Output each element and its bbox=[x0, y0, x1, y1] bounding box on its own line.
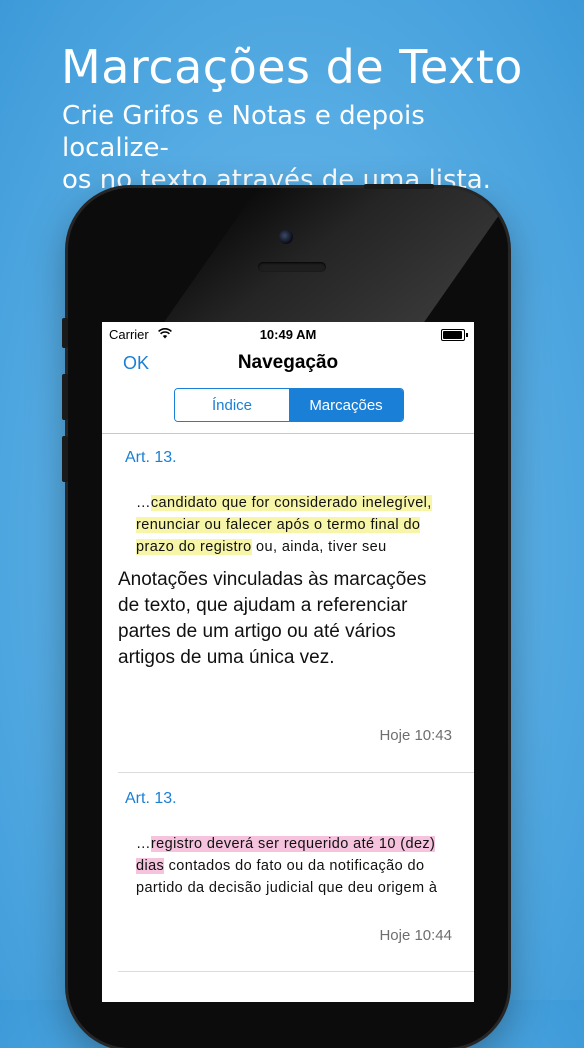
timestamp: Hoje 10:44 bbox=[379, 927, 452, 944]
volume-down-button bbox=[62, 436, 68, 482]
highlight-excerpt: …candidato que for considerado inelegíve… bbox=[136, 492, 474, 558]
mute-switch bbox=[62, 318, 68, 348]
power-button bbox=[364, 184, 434, 189]
marking-list-item[interactable]: Art. 13. …registro deverá ser requerido … bbox=[118, 773, 474, 972]
status-bar: Carrier 10:49 AM bbox=[102, 322, 474, 344]
excerpt-text: contados do fato ou da notificação do bbox=[164, 858, 425, 874]
battery-icon bbox=[441, 329, 468, 341]
highlighted-text: prazo do registro bbox=[136, 539, 252, 555]
note-line: partes de um artigo ou até vários bbox=[118, 621, 396, 642]
excerpt-text: ou, ainda, tiver seu bbox=[251, 539, 387, 555]
highlighted-text: candidato que for considerado inelegível… bbox=[150, 495, 432, 511]
highlighted-text: registro deverá ser requerido até 10 (de… bbox=[150, 836, 436, 852]
excerpt-line: partido da decisão judicial que deu orig… bbox=[136, 880, 438, 896]
excerpt-line: …registro deverá ser requerido até 10 (d… bbox=[136, 833, 474, 855]
ellipsis: … bbox=[136, 836, 151, 852]
marking-list-item[interactable]: Art. 13. …candidato que for considerado … bbox=[118, 434, 474, 773]
note-text: Anotações vinculadas às marcações de tex… bbox=[118, 567, 458, 671]
article-label: Art. 13. bbox=[125, 449, 177, 466]
status-time: 10:49 AM bbox=[259, 327, 317, 342]
excerpt-line: dias contados do fato ou da notificação … bbox=[136, 855, 474, 877]
front-camera bbox=[279, 230, 293, 244]
excerpt-line: prazo do registro ou, ainda, tiver seu bbox=[136, 536, 474, 558]
volume-up-button bbox=[62, 374, 68, 420]
excerpt-line: …candidato que for considerado inelegíve… bbox=[136, 492, 474, 514]
timestamp: Hoje 10:43 bbox=[379, 727, 452, 744]
app-screen: Carrier 10:49 AM OK Navegação Índice Mar… bbox=[102, 322, 474, 1002]
promo-subtitle-line-1: Crie Grifos e Notas e depois localize- bbox=[62, 101, 425, 163]
note-line: Anotações vinculadas às marcações bbox=[118, 569, 427, 590]
note-line: artigos de uma única vez. bbox=[118, 647, 335, 668]
highlighted-text: renunciar ou falecer após o termo final … bbox=[136, 517, 421, 533]
ellipsis: … bbox=[136, 495, 151, 511]
highlight-excerpt: …registro deverá ser requerido até 10 (d… bbox=[136, 833, 474, 899]
segment-indice[interactable]: Índice bbox=[175, 389, 289, 421]
highlighted-text: dias bbox=[136, 858, 165, 874]
promo-title: Marcações de Texto bbox=[61, 40, 523, 94]
phone-glare bbox=[159, 188, 508, 328]
excerpt-line: renunciar ou falecer após o termo final … bbox=[136, 514, 474, 536]
note-line: de texto, que ajudam a referenciar bbox=[118, 595, 408, 616]
nav-title: Navegação bbox=[237, 352, 339, 373]
segmented-control: Índice Marcações bbox=[174, 388, 404, 422]
article-label: Art. 13. bbox=[125, 790, 177, 807]
promo-subtitle: Crie Grifos e Notas e depois localize- o… bbox=[62, 100, 532, 196]
segment-marcacoes[interactable]: Marcações bbox=[289, 389, 403, 421]
earpiece-speaker bbox=[258, 262, 326, 272]
